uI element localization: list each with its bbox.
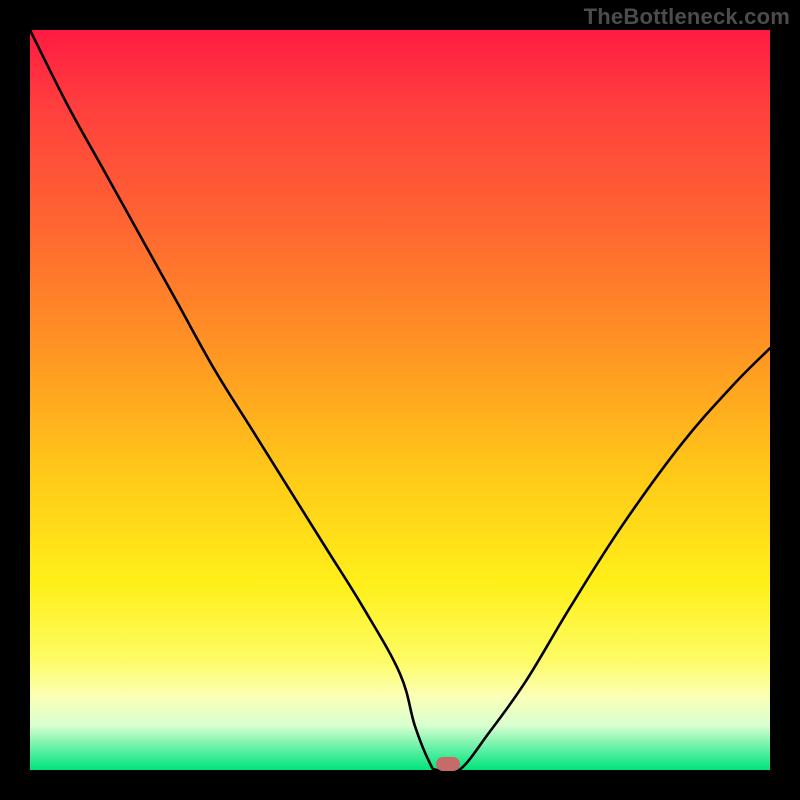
optimum-marker [436, 757, 460, 771]
bottleneck-curve [30, 30, 770, 770]
plot-area [30, 30, 770, 770]
curve-path [30, 30, 770, 773]
watermark-text: TheBottleneck.com [584, 4, 790, 30]
chart-frame: TheBottleneck.com [0, 0, 800, 800]
